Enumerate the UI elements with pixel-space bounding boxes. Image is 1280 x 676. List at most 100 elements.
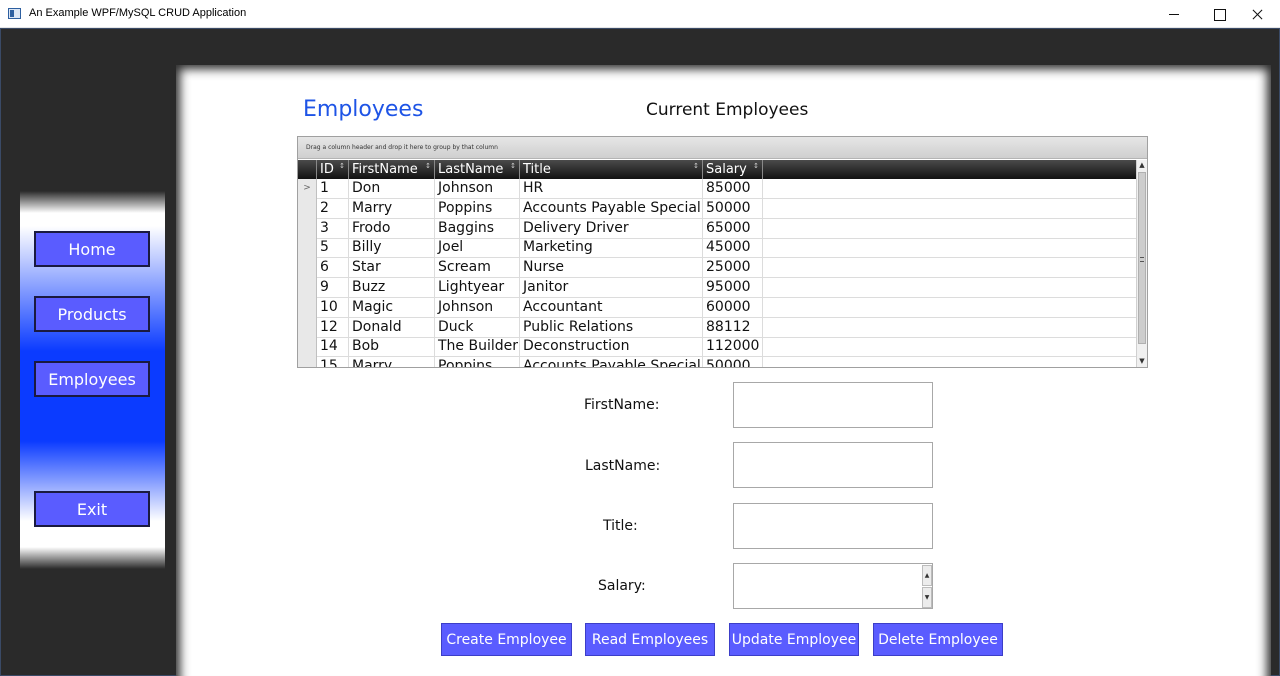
cell-lastname: Poppins <box>435 198 520 219</box>
table-row[interactable]: 2 Marry Poppins Accounts Payable Specialist… <box>298 198 1136 219</box>
cell-title: Nurse <box>520 258 703 279</box>
table-row[interactable]: 5 Billy Joel Marketing 45000 <box>298 238 1136 259</box>
grid-rows: >1 Don Johnson HR 85000 2 Marry Poppins Accounts… <box>298 179 1136 367</box>
row-selector[interactable] <box>298 297 317 318</box>
salary-input[interactable] <box>734 564 920 608</box>
cell-lastname: Lightyear <box>435 278 520 298</box>
row-selector[interactable] <box>298 238 317 259</box>
employees-button[interactable]: Employees <box>34 361 150 397</box>
cell-title: Marketing <box>520 238 703 259</box>
cell-salary: 85000 <box>703 179 763 199</box>
table-row[interactable]: 6 Star Scream Nurse 25000 <box>298 258 1136 279</box>
cell-title: Delivery Driver <box>520 218 703 239</box>
title-bar: An Example WPF/MySQL CRUD Application <box>0 0 1280 28</box>
products-button[interactable]: Products <box>34 296 150 332</box>
cell-lastname: Scream <box>435 258 520 279</box>
sort-icon: ↕ <box>339 162 345 170</box>
firstname-input[interactable] <box>733 382 933 428</box>
cell-title: Deconstruction <box>520 337 703 358</box>
home-button[interactable]: Home <box>34 231 150 267</box>
table-row[interactable]: 14 Bob The Builder Deconstruction 112000 <box>298 337 1136 358</box>
row-selector[interactable] <box>298 198 317 219</box>
delete-employee-button[interactable]: Delete Employee <box>873 623 1003 656</box>
cell-salary: 50000 <box>703 198 763 219</box>
table-row[interactable]: 15 Marry Poppins Accounts Payable Specialis… <box>298 357 1136 367</box>
update-employee-button[interactable]: Update Employee <box>729 623 859 656</box>
firstname-label: FirstName: <box>584 397 660 413</box>
table-row[interactable]: 9 Buzz Lightyear Janitor 95000 <box>298 278 1136 298</box>
close-button[interactable] <box>1234 0 1280 28</box>
cell-salary: 88112 <box>703 317 763 338</box>
cell-salary: 60000 <box>703 297 763 318</box>
cell-title: HR <box>520 179 703 199</box>
salary-label: Salary: <box>598 578 646 594</box>
cell-salary: 95000 <box>703 278 763 298</box>
row-selector[interactable] <box>298 258 317 279</box>
scroll-up-arrow-icon[interactable]: ▲ <box>1137 160 1147 171</box>
cell-salary: 112000 <box>703 337 763 358</box>
table-row[interactable]: >1 Don Johnson HR 85000 <box>298 179 1136 199</box>
cell-lastname: Baggins <box>435 218 520 239</box>
sort-icon: ↕ <box>693 162 699 170</box>
table-row[interactable]: 3 Frodo Baggins Delivery Driver 65000 <box>298 218 1136 239</box>
grid-vertical-scrollbar[interactable]: ▲ ▼ <box>1136 160 1147 367</box>
column-header-label: Title <box>523 162 551 177</box>
lastname-input[interactable] <box>733 442 933 488</box>
row-selector[interactable] <box>298 218 317 239</box>
cell-firstname: Marry <box>349 198 435 219</box>
employees-data-grid[interactable]: Drag a column header and drop it here to… <box>297 136 1148 368</box>
cell-salary: 45000 <box>703 238 763 259</box>
cell-title: Accounts Payable Specialist <box>520 198 703 219</box>
cell-lastname: Poppins <box>435 357 520 367</box>
title-input[interactable] <box>733 503 933 549</box>
read-employees-button[interactable]: Read Employees <box>585 623 715 656</box>
cell-id: 3 <box>317 218 349 239</box>
window-title: An Example WPF/MySQL CRUD Application <box>29 7 247 19</box>
cell-title: Public Relations <box>520 317 703 338</box>
column-header-title[interactable]: Title ↕ <box>520 160 703 179</box>
table-row[interactable]: 10 Magic Johnson Accountant 60000 <box>298 297 1136 318</box>
cell-firstname: Bob <box>349 337 435 358</box>
cell-id: 2 <box>317 198 349 219</box>
row-selector[interactable] <box>298 317 317 338</box>
column-header-id[interactable]: ID ↕ <box>317 160 349 179</box>
exit-button[interactable]: Exit <box>34 491 150 527</box>
row-selector[interactable] <box>298 337 317 358</box>
scroll-down-arrow-icon[interactable]: ▼ <box>1137 356 1147 367</box>
page-title: Employees <box>303 97 424 122</box>
row-selector[interactable] <box>298 357 317 367</box>
minimize-button[interactable] <box>1151 0 1197 28</box>
scroll-thumb[interactable] <box>1138 172 1146 344</box>
column-header-lastname[interactable]: LastName ↕ <box>435 160 520 179</box>
sidebar: Home Products Employees Exit <box>20 191 165 569</box>
cell-id: 6 <box>317 258 349 279</box>
cell-salary: 65000 <box>703 218 763 239</box>
sort-icon: ↕ <box>510 162 516 170</box>
cell-firstname: Marry <box>349 357 435 367</box>
column-header-firstname[interactable]: FirstName ↕ <box>349 160 435 179</box>
column-header-salary[interactable]: Salary ↕ <box>703 160 763 179</box>
sort-icon: ↕ <box>753 162 759 170</box>
cell-title: Janitor <box>520 278 703 298</box>
column-header-label: ID <box>320 162 334 177</box>
window-frame: Home Products Employees Exit Employees C… <box>0 28 1280 676</box>
spin-up-icon[interactable]: ▲ <box>922 565 932 586</box>
spin-down-icon[interactable]: ▼ <box>922 587 932 608</box>
group-by-panel[interactable]: Drag a column header and drop it here to… <box>298 137 1147 159</box>
cell-lastname: Duck <box>435 317 520 338</box>
main-panel: Employees Current Employees Drag a colum… <box>176 65 1271 676</box>
column-header-label: FirstName <box>352 162 418 177</box>
cell-firstname: Frodo <box>349 218 435 239</box>
lastname-label: LastName: <box>585 458 661 474</box>
salary-spinner[interactable]: ▲ ▼ <box>733 563 933 609</box>
cell-id: 12 <box>317 317 349 338</box>
cell-id: 15 <box>317 357 349 367</box>
cell-id: 1 <box>317 179 349 199</box>
row-selector[interactable]: > <box>298 179 317 199</box>
header-row-selector <box>298 160 317 179</box>
table-row[interactable]: 12 Donald Duck Public Relations 88112 <box>298 317 1136 338</box>
cell-lastname: Johnson <box>435 179 520 199</box>
sort-icon: ↕ <box>425 162 431 170</box>
row-selector[interactable] <box>298 278 317 298</box>
create-employee-button[interactable]: Create Employee <box>441 623 572 656</box>
